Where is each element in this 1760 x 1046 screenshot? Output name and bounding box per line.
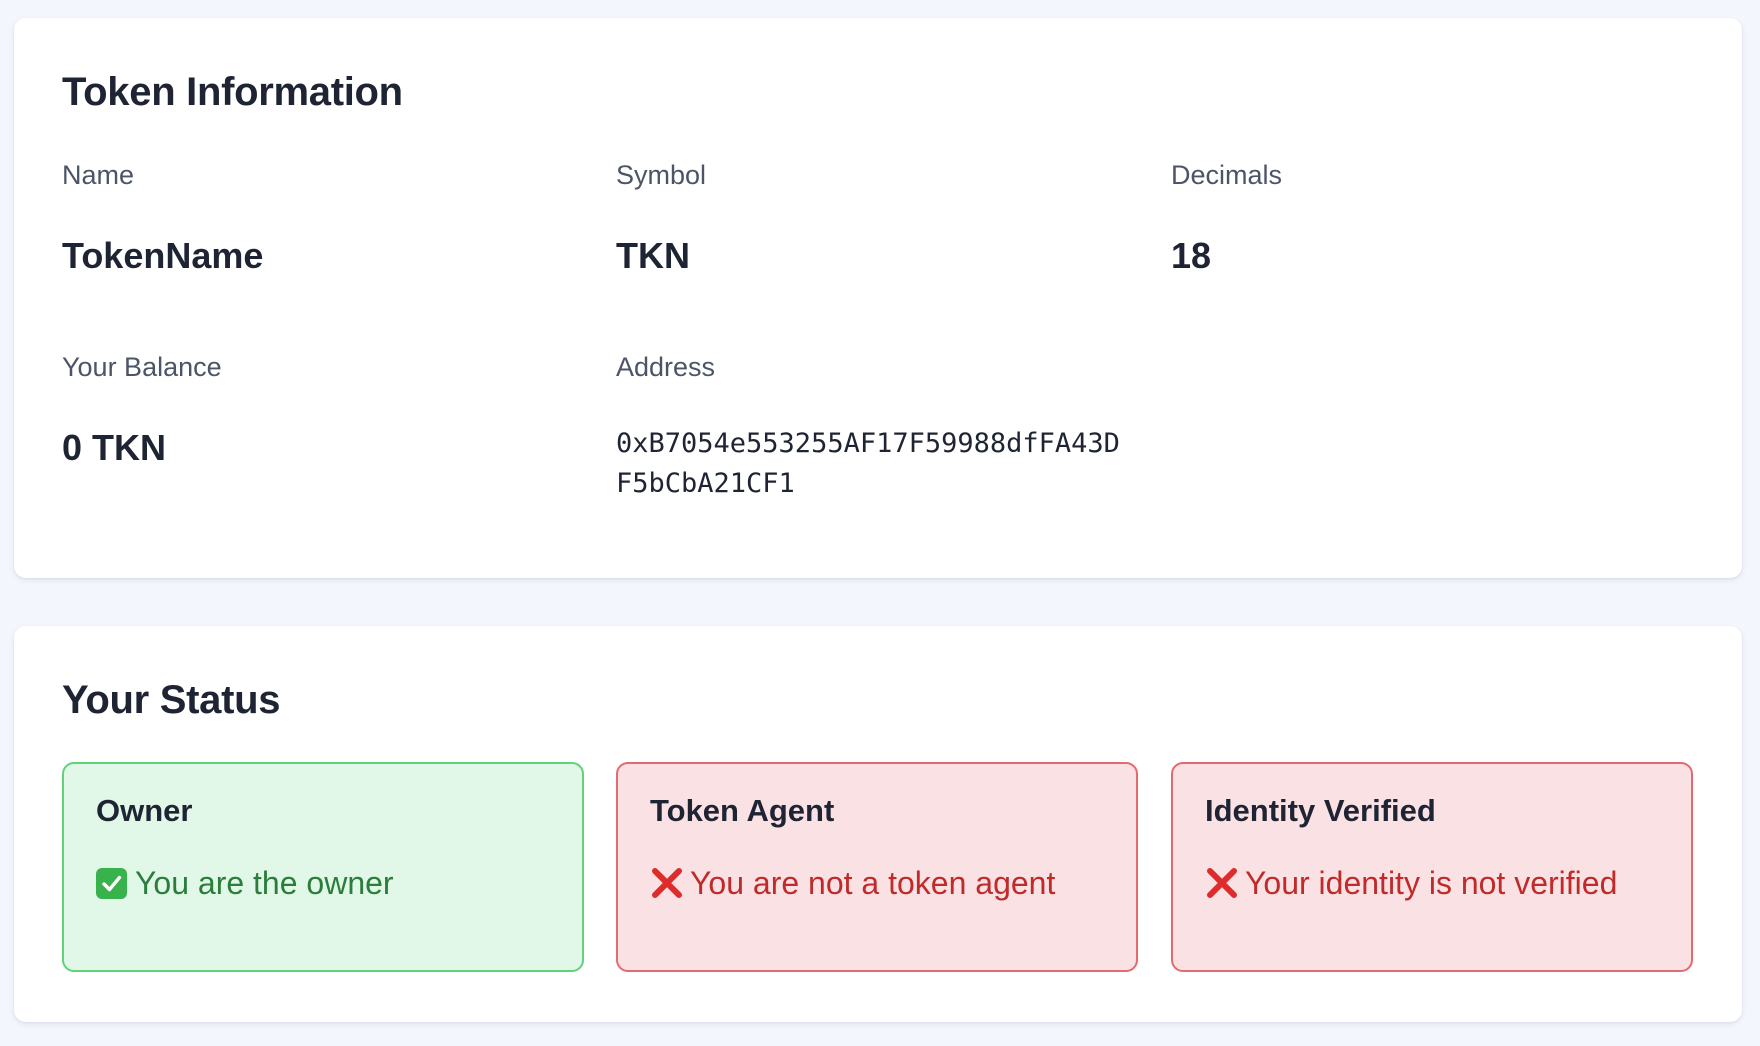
token-agent-status-box: Token Agent You are not a token agent xyxy=(616,762,1138,972)
identity-verified-status-message-row: Your identity is not verified xyxy=(1205,864,1659,902)
your-balance-field: Your Balance 0 TKN xyxy=(62,350,582,468)
token-agent-status-message: You are not a token agent xyxy=(690,865,1056,901)
owner-status-title: Owner xyxy=(96,793,193,828)
token-symbol-value: TKN xyxy=(616,235,690,276)
your-status-title: Your Status xyxy=(62,678,281,722)
token-information-title: Token Information xyxy=(62,70,403,114)
token-address-label: Address xyxy=(616,352,716,382)
your-balance-value: 0 TKN xyxy=(62,427,167,468)
token-agent-status-title: Token Agent xyxy=(650,793,835,828)
identity-verified-status-box: Identity Verified Your identity is not v… xyxy=(1171,762,1693,972)
token-address-value[interactable]: 0xB7054e553255AF17F59988dfFA43DF5bCbA21C… xyxy=(616,424,1136,504)
token-information-card: Token Information Name TokenName Symbol … xyxy=(14,18,1742,578)
owner-status-box: Owner You are the owner xyxy=(62,762,584,972)
token-agent-status-message-row: You are not a token agent xyxy=(650,864,1104,902)
owner-status-message-row: You are the owner xyxy=(96,864,550,902)
owner-status-message: You are the owner xyxy=(135,865,394,901)
token-decimals-label: Decimals xyxy=(1171,160,1283,190)
your-balance-label: Your Balance xyxy=(62,352,222,382)
identity-verified-status-title: Identity Verified xyxy=(1205,793,1436,828)
token-decimals-value: 18 xyxy=(1171,235,1212,276)
token-symbol-label: Symbol xyxy=(616,160,707,190)
token-name-field: Name TokenName xyxy=(62,158,582,276)
cross-mark-icon xyxy=(1205,866,1239,900)
token-symbol-field: Symbol TKN xyxy=(616,158,1136,276)
cross-mark-icon xyxy=(650,866,684,900)
token-decimals-field: Decimals 18 xyxy=(1171,158,1691,276)
token-address-field: Address 0xB7054e553255AF17F59988dfFA43DF… xyxy=(616,350,1136,504)
token-name-label: Name xyxy=(62,160,135,190)
check-mark-icon xyxy=(96,867,127,899)
your-status-card: Your Status Owner You are the owner Toke… xyxy=(14,626,1742,1022)
token-name-value: TokenName xyxy=(62,235,264,276)
identity-verified-status-message: Your identity is not verified xyxy=(1245,865,1618,901)
